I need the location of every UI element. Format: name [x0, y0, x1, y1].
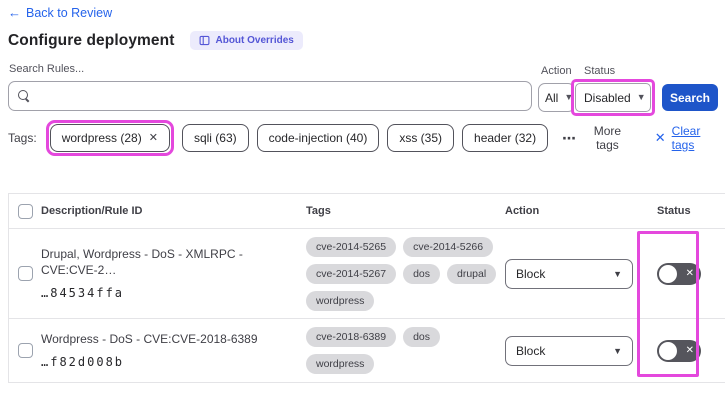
rule-tag: wordpress: [306, 354, 375, 374]
rule-tag: cve-2014-5265: [306, 236, 397, 257]
clear-x-icon: ✕: [654, 130, 666, 145]
status-toggle[interactable]: ✕: [657, 262, 701, 285]
rule-id: …84534ffa: [41, 285, 125, 300]
rule-status-cell: ✕: [645, 339, 725, 362]
search-icon: [18, 90, 30, 102]
more-tags-button[interactable]: ⋯ More tags: [562, 124, 631, 152]
action-select[interactable]: Block ▼: [505, 258, 633, 289]
rule-tag: drupal: [447, 263, 497, 284]
action-filter-value: All: [545, 90, 559, 105]
status-filter-value: Disabled: [584, 90, 631, 105]
search-button[interactable]: Search: [662, 84, 718, 111]
search-rules-input[interactable]: [36, 82, 531, 110]
table-row: Wordpress - DoS - CVE:CVE-2018-6389 …f82d…: [9, 319, 725, 383]
more-tags-label: More tags: [593, 124, 622, 152]
toggle-off-icon: ✕: [685, 267, 694, 279]
status-filter-highlight: Disabled ▼: [571, 79, 655, 116]
clear-tags-link[interactable]: ✕ Clear tags: [655, 124, 720, 152]
toggle-knob: [659, 341, 677, 360]
select-all-checkbox[interactable]: [17, 203, 33, 219]
status-filter-dropdown[interactable]: Disabled ▼: [575, 83, 651, 112]
remove-tag-icon[interactable]: ✕: [149, 132, 158, 144]
rule-tag: cve-2018-6389: [306, 327, 397, 347]
rule-id: …f82d008b: [41, 354, 125, 369]
caret-down-icon: ▼: [613, 268, 622, 279]
tags-label: Tags:: [8, 131, 37, 145]
tag-filter-option[interactable]: xss (35): [387, 124, 455, 152]
rule-action-cell: Block ▼: [505, 258, 645, 289]
rule-status-cell: ✕: [645, 262, 725, 285]
back-arrow-icon: ←: [8, 5, 21, 20]
toggle-off-icon: ✕: [685, 344, 694, 356]
rules-table-body: Drupal, Wordpress - DoS - XMLRPC - CVE:C…: [9, 229, 725, 383]
tag-filter-options: sqli (63) code-injection (40) xss (35) head…: [181, 124, 549, 152]
table-row: Drupal, Wordpress - DoS - XMLRPC - CVE:C…: [9, 229, 725, 319]
action-select[interactable]: Block ▼: [505, 335, 633, 366]
rules-table: Description/Rule ID Tags Action Status D…: [8, 193, 725, 383]
rule-description: Drupal, Wordpress - DoS - XMLRPC - CVE:C…: [41, 247, 243, 277]
rule-tag: cve-2014-5267: [306, 263, 397, 284]
rule-tag: cve-2014-5266: [403, 236, 494, 257]
ellipsis-icon: ⋯: [562, 129, 578, 146]
tag-filter-option[interactable]: code-injection (40): [256, 124, 380, 152]
rule-action-cell: Block ▼: [505, 335, 645, 366]
rule-tag: dos: [403, 327, 440, 347]
tag-filter-option[interactable]: header (32): [462, 124, 549, 152]
row-checkbox[interactable]: [17, 343, 33, 358]
tag-filter-wordpress-selected[interactable]: wordpress (28) ✕: [49, 124, 170, 152]
rule-tag: dos: [403, 263, 440, 284]
row-checkbox[interactable]: [17, 266, 33, 281]
clear-tags-label: Clear tags: [671, 124, 701, 152]
selected-tag-highlight: wordpress (28) ✕: [45, 120, 174, 156]
rule-description-cell: Wordpress - DoS - CVE:CVE-2018-6389 …f82d…: [41, 332, 306, 369]
action-filter-dropdown[interactable]: All ▼: [538, 83, 575, 112]
row-checkbox-cell: [9, 343, 41, 358]
rule-tags: cve-2014-5265 cve-2014-5266 cve-2014-5267 d…: [306, 233, 505, 315]
tags-filter-bar: Tags: wordpress (28) ✕ sqli (63) code-inj…: [8, 120, 720, 156]
caret-down-icon: ▼: [636, 92, 646, 102]
about-overrides-badge[interactable]: About Overrides: [190, 31, 303, 50]
col-status-header: Status: [657, 205, 691, 217]
configure-deployment-page: ← Back to Review Configure deployment Ab…: [0, 0, 725, 406]
back-to-review-link[interactable]: ← Back to Review: [8, 5, 112, 20]
col-tags-header: Tags: [306, 205, 331, 217]
selected-tag-label: wordpress (28): [61, 131, 142, 145]
rule-description-cell: Drupal, Wordpress - DoS - XMLRPC - CVE:C…: [41, 247, 306, 299]
col-action-header: Action: [505, 205, 540, 217]
search-rules-label: Search Rules...: [9, 63, 85, 75]
page-header: Configure deployment About Overrides: [8, 31, 303, 50]
rule-tags-cell: cve-2018-6389 dos wordpress: [306, 323, 505, 378]
action-select-value: Block: [516, 266, 546, 281]
tag-filter-option[interactable]: sqli (63): [181, 124, 249, 152]
rule-description: Wordpress - DoS - CVE:CVE-2018-6389: [41, 332, 258, 347]
rule-tags-cell: cve-2014-5265 cve-2014-5266 cve-2014-5267 d…: [306, 233, 505, 315]
row-checkbox-cell: [9, 266, 41, 281]
rule-tags: cve-2018-6389 dos wordpress: [306, 323, 505, 378]
status-filter-label: Status: [584, 65, 616, 77]
action-filter-label: Action: [541, 65, 572, 77]
page-title: Configure deployment: [8, 31, 175, 49]
toggle-knob: [659, 264, 677, 283]
caret-down-icon: ▼: [613, 345, 622, 356]
action-select-value: Block: [516, 343, 546, 358]
rule-tag: wordpress: [306, 290, 375, 311]
status-toggle[interactable]: ✕: [657, 339, 701, 362]
search-rules-box: [8, 81, 532, 111]
book-icon: [199, 35, 210, 46]
about-overrides-label: About Overrides: [215, 35, 294, 46]
back-link-label: Back to Review: [26, 5, 113, 20]
table-header-row: Description/Rule ID Tags Action Status: [9, 194, 725, 229]
col-description-header: Description/Rule ID: [41, 205, 143, 217]
